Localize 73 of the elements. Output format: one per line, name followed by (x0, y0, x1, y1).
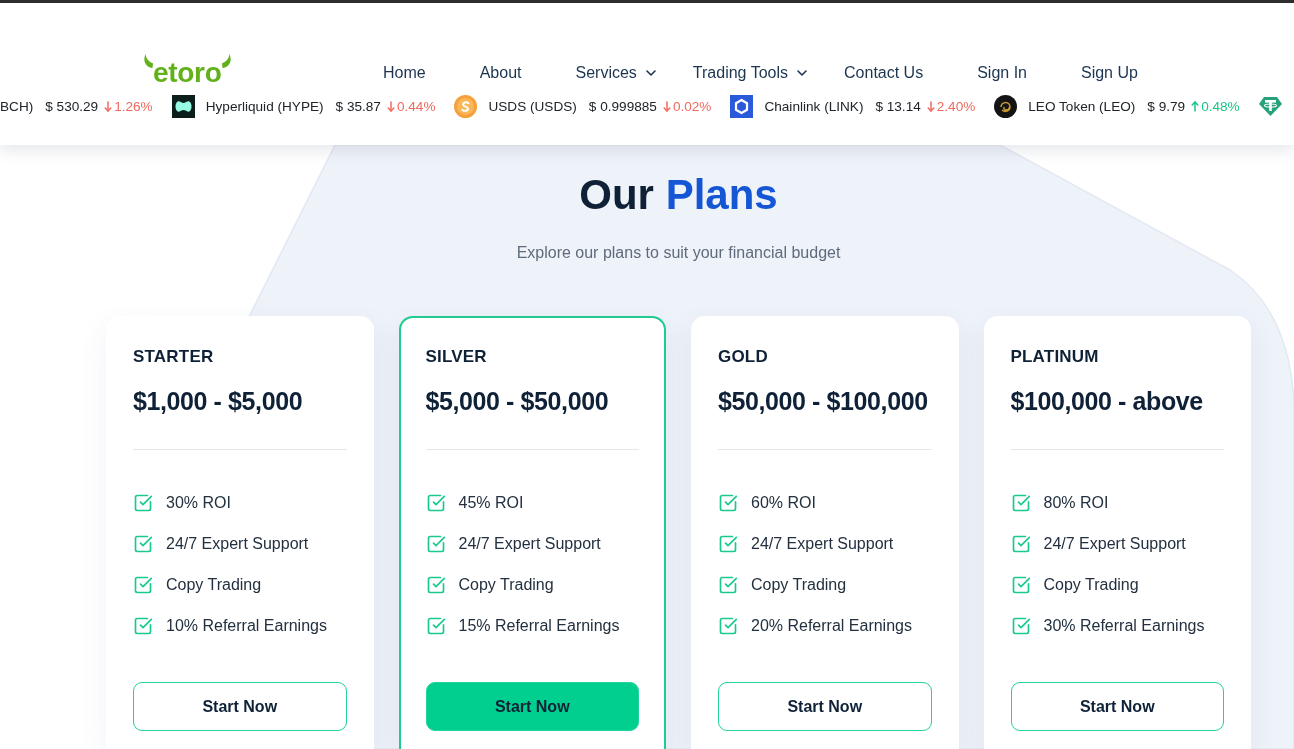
feature-text: 30% Referral Earnings (1043, 616, 1205, 636)
check-icon (425, 534, 446, 554)
plan-price: $1,000 - $5,000 (133, 386, 303, 416)
feature-text: 20% Referral Earnings (751, 616, 912, 636)
section-title: Our Plans (579, 170, 778, 220)
nav-link[interactable]: Sign Up (1081, 63, 1138, 83)
check-icon (425, 575, 446, 595)
plan-price: $5,000 - $50,000 (425, 386, 609, 416)
coin-price: $ 9.79 (1147, 98, 1186, 114)
start-now-button[interactable]: Start Now (1010, 682, 1224, 731)
price-change: 1.26% (114, 98, 153, 114)
feature-text: 10% Referral Earnings (166, 616, 327, 636)
price-change: 0.02% (672, 98, 712, 114)
price-change: 0.48% (1201, 98, 1240, 114)
check-icon (1010, 534, 1031, 554)
check-icon (1010, 616, 1031, 636)
nav-link[interactable]: Contact Us (844, 63, 924, 83)
coin-name: Hyperliquid (HYPE) (205, 98, 324, 114)
check-icon (133, 493, 153, 513)
coin-icon (171, 94, 195, 118)
plan-name: PLATINUM (1010, 347, 1099, 367)
coin-name: USDS (USDS) (488, 98, 577, 114)
nav-link[interactable]: Services (575, 63, 659, 83)
feature-text: Copy Trading (166, 575, 262, 595)
feature-text: 15% Referral Earnings (458, 616, 620, 636)
feature-text: Copy Trading (751, 575, 847, 595)
plan-name: SILVER (425, 347, 487, 367)
nav-link[interactable]: About (479, 63, 522, 83)
coin-icon (730, 94, 754, 118)
nav-link[interactable]: Trading Tools (692, 63, 811, 83)
coin-icon (454, 94, 478, 118)
feature-text: 30% ROI (166, 493, 231, 513)
check-icon (133, 575, 153, 595)
feature-text: Copy Trading (1043, 575, 1139, 595)
coin-name: BCH) (0, 98, 34, 114)
plan-name: GOLD (718, 347, 768, 367)
feature-text: 24/7 Expert Support (166, 534, 309, 554)
plan-price: $100,000 - above (1010, 386, 1203, 416)
feature-text: Copy Trading (458, 575, 554, 595)
plan-name: STARTER (133, 347, 214, 367)
check-icon (1010, 575, 1031, 595)
feature-text: 24/7 Expert Support (458, 534, 601, 554)
check-icon (425, 493, 446, 513)
coin-price: $ 0.999885 (588, 98, 657, 114)
price-change: 0.44% (396, 98, 436, 114)
feature-text: 45% ROI (458, 493, 524, 513)
nav-link[interactable]: Home (383, 63, 426, 83)
coin-name: Chainlink (LINK) (764, 98, 864, 114)
nav-link[interactable]: Sign In (977, 63, 1027, 83)
check-icon (718, 616, 738, 636)
check-icon (718, 575, 738, 595)
start-now-button[interactable]: Start Now (718, 682, 932, 731)
feature-text: 24/7 Expert Support (1043, 534, 1186, 554)
feature-text: 24/7 Expert Support (751, 534, 894, 554)
coin-name: LEO Token (LEO) (1028, 98, 1136, 114)
feature-text: 80% ROI (1043, 493, 1109, 513)
feature-text: 60% ROI (751, 493, 816, 513)
check-icon (133, 534, 153, 554)
coin-icon (1258, 95, 1282, 117)
price-change: 2.40% (936, 98, 976, 114)
check-icon (718, 534, 738, 554)
coin-price: $ 13.14 (875, 98, 921, 114)
start-now-button[interactable]: Start Now (133, 682, 347, 731)
coin-price: $ 530.29 (45, 98, 99, 114)
check-icon (718, 493, 738, 513)
check-icon (425, 616, 446, 636)
coin-price: $ 35.87 (335, 98, 381, 114)
check-icon (133, 616, 153, 636)
check-icon (1010, 493, 1031, 513)
start-now-button[interactable]: Start Now (425, 682, 639, 731)
section-subtitle: Explore our plans to suit your financial budget (516, 243, 841, 263)
plan-price: $50,000 - $100,000 (718, 386, 928, 416)
coin-icon (994, 94, 1018, 118)
